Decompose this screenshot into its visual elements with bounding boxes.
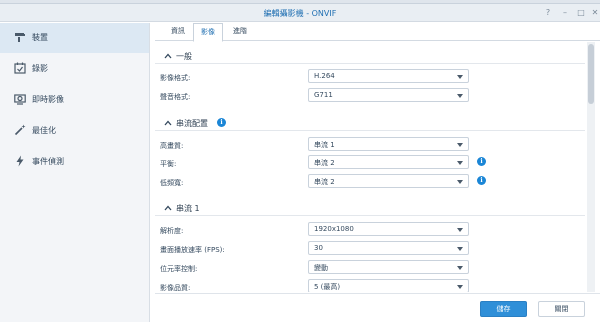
audio-format-row: 聲音格式: G711 [155,87,585,105]
section-title: 串流配置 [176,119,208,128]
select-value: 串流 1 [314,141,335,149]
sidebar-item-event-detection[interactable]: 事件偵測 [0,147,149,177]
settings-panel: 一般 影像格式: H.264 聲音格式: G711 串流配置 i 高畫質: 串流… [155,42,590,292]
section-title: 一般 [176,52,192,61]
chevron-down-icon [457,75,463,79]
sidebar-item-live-view[interactable]: 即時影像 [0,85,149,115]
minimize-icon[interactable]: – [559,7,571,19]
chevron-up-icon[interactable] [163,51,173,61]
select-value: 串流 2 [314,159,335,167]
field-label: 高畫質: [160,142,184,150]
video-format-select[interactable]: H.264 [308,69,469,83]
tab-advanced[interactable]: 進階 [225,23,255,41]
camera-icon [14,94,26,105]
low-bandwidth-row: 低頻寬: 串流 2 i [155,173,585,191]
chevron-down-icon [457,94,463,98]
field-label: 低頻寬: [160,179,184,187]
balanced-row: 平衡: 串流 2 i [155,154,585,172]
sidebar-item-optimization[interactable]: 最佳化 [0,116,149,146]
section-general-header[interactable]: 一般 [155,48,585,64]
field-label: 位元率控制: [160,265,198,273]
select-value: 1920x1080 [314,225,354,233]
sidebar-item-label: 事件偵測 [32,157,64,166]
sidebar-item-label: 即時影像 [32,95,64,104]
select-value: 5 (最高) [314,283,341,291]
info-icon[interactable]: i [217,118,226,127]
close-icon[interactable]: ✕ [589,7,600,19]
sidebar-item-label: 錄影 [32,64,48,73]
section-stream1-header[interactable]: 串流 1 [155,200,585,216]
field-label: 影像格式: [160,74,191,82]
sidebar-item-recording[interactable]: 錄影 [0,54,149,84]
calendar-icon [14,62,26,74]
select-value: 變動 [314,264,328,272]
image-quality-row: 影像品質: 5 (最高) [155,278,585,292]
save-button[interactable]: 儲存 [480,301,527,317]
select-value: G711 [314,91,333,99]
fps-row: 畫面播放速率 (FPS): 30 [155,240,585,258]
device-icon [15,33,25,42]
select-value: 串流 2 [314,178,335,186]
field-label: 畫面播放速率 (FPS): [160,246,225,254]
low-bandwidth-select[interactable]: 串流 2 [308,174,469,188]
field-label: 聲音格式: [160,93,191,101]
dialog-footer: 儲存 關閉 [155,293,600,322]
chevron-down-icon [457,247,463,251]
high-quality-row: 高畫質: 串流 1 [155,136,585,154]
window-title: 編輯攝影機 - ONVIF [263,9,337,18]
chevron-down-icon [457,143,463,147]
resolution-row: 解析度: 1920x1080 [155,221,585,239]
chevron-down-icon [457,180,463,184]
field-label: 平衡: [160,160,177,168]
resolution-select[interactable]: 1920x1080 [308,222,469,236]
high-quality-select[interactable]: 串流 1 [308,137,469,151]
sidebar: 裝置 錄影 即時影像 最佳化 事件偵測 [0,23,150,322]
video-format-row: 影像格式: H.264 [155,68,585,86]
tab-info[interactable]: 資訊 [164,23,192,41]
select-value: 30 [314,244,323,252]
image-quality-select[interactable]: 5 (最高) [308,279,469,292]
info-icon[interactable]: i [477,176,486,185]
field-label: 影像品質: [160,284,191,292]
chevron-down-icon [457,285,463,289]
lightning-icon [16,155,24,167]
fps-select[interactable]: 30 [308,241,469,255]
section-title: 串流 1 [176,204,200,213]
balanced-select[interactable]: 串流 2 [308,155,469,169]
sidebar-item-label: 最佳化 [32,126,56,135]
section-stream-config-header[interactable]: 串流配置 i [155,115,585,131]
magic-wand-icon [14,124,26,136]
bitrate-control-row: 位元率控制: 變動 [155,259,585,277]
sidebar-item-device[interactable]: 裝置 [0,23,149,53]
select-value: H.264 [314,72,335,80]
field-label: 解析度: [160,227,184,235]
title-bar: 編輯攝影機 - ONVIF ? – □ ✕ [0,4,600,22]
help-icon[interactable]: ? [542,7,554,19]
scrollbar-thumb[interactable] [588,44,594,104]
chevron-down-icon [457,228,463,232]
chevron-up-icon[interactable] [163,203,173,213]
bitrate-control-select[interactable]: 變動 [308,260,469,274]
close-button[interactable]: 關閉 [538,301,585,317]
info-icon[interactable]: i [477,157,486,166]
chevron-up-icon[interactable] [163,118,173,128]
tab-bar: 資訊 影像 進階 [155,23,600,42]
maximize-icon[interactable]: □ [575,7,587,19]
chevron-down-icon [457,266,463,270]
tab-image[interactable]: 影像 [193,23,223,42]
edit-camera-window: 編輯攝影機 - ONVIF ? – □ ✕ 裝置 錄影 即時影像 最佳化 事件偵… [0,0,600,322]
sidebar-item-label: 裝置 [32,33,48,42]
chevron-down-icon [457,161,463,165]
audio-format-select[interactable]: G711 [308,88,469,102]
